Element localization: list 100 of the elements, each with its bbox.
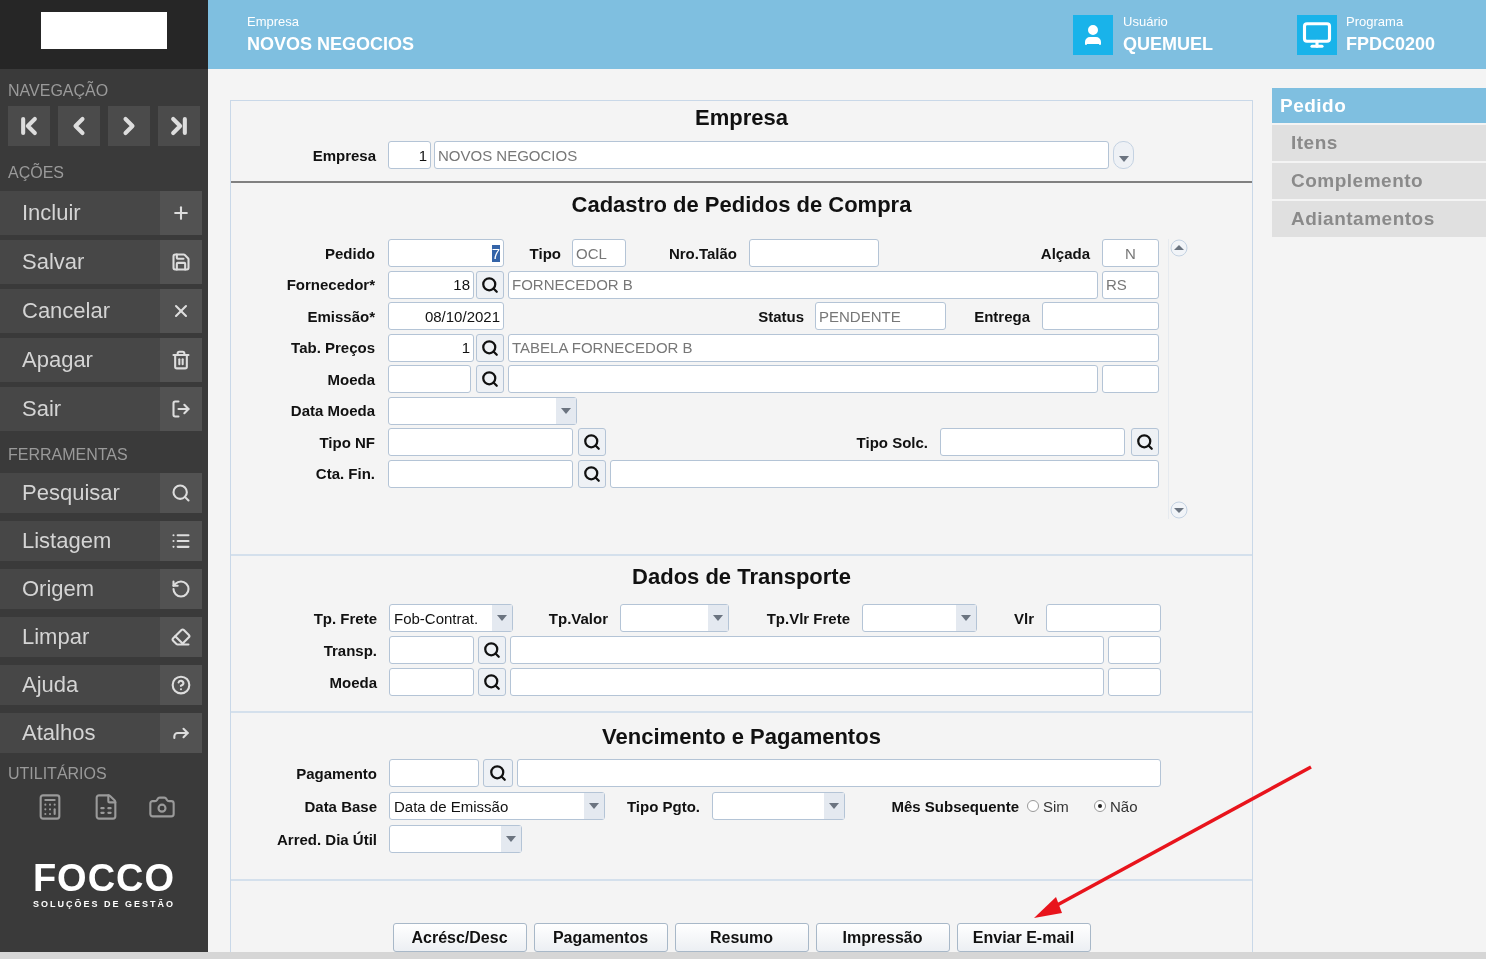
sidebar-item[interactable]: Limpar — [0, 617, 202, 657]
field-label: Data Moeda — [289, 402, 375, 419]
search-icon — [489, 764, 507, 782]
input-field[interactable] — [1108, 668, 1161, 696]
field-label: Data Base — [303, 797, 377, 815]
caret-icon — [829, 803, 839, 809]
select-field[interactable] — [388, 396, 577, 425]
select-field[interactable] — [620, 604, 729, 632]
input-field[interactable] — [389, 759, 479, 787]
sidebar-item[interactable]: Incluir — [0, 191, 202, 235]
first-record-button[interactable] — [8, 106, 50, 146]
input-field[interactable] — [388, 459, 573, 488]
input-field[interactable]: NOVOS NEGOCIOS — [434, 141, 1109, 169]
scroll-down-icon[interactable] — [1170, 501, 1188, 519]
field-label: Tipo Solc. — [855, 433, 928, 451]
next-record-button[interactable] — [108, 106, 150, 146]
search-button[interactable] — [478, 668, 506, 696]
sidebar-item[interactable]: Origem — [0, 569, 202, 609]
help-icon — [171, 675, 191, 695]
field-label: Fornecedor* — [285, 276, 375, 293]
scroll-up-icon[interactable] — [1170, 239, 1188, 257]
search-button[interactable] — [476, 270, 504, 299]
plus-icon — [171, 203, 191, 223]
select-field[interactable] — [389, 825, 522, 853]
input-field[interactable] — [1108, 636, 1161, 664]
sidebar-item[interactable]: Atalhos — [0, 713, 202, 753]
input-field[interactable]: FORNECEDOR B — [508, 270, 1098, 299]
input-field[interactable] — [389, 636, 474, 664]
sidebar-item[interactable]: Cancelar — [0, 289, 202, 333]
radio-option[interactable]: Não — [1094, 797, 1146, 815]
select-field[interactable]: Fob-Contrat. — [389, 604, 513, 632]
input-field[interactable] — [388, 365, 471, 393]
search-button[interactable] — [476, 365, 504, 393]
search-button[interactable] — [483, 759, 513, 787]
header-label: Empresa — [247, 12, 301, 31]
input-field[interactable]: RS — [1102, 270, 1159, 299]
field-label: Moeda — [326, 370, 375, 388]
input-field[interactable]: TABELA FORNECEDOR B — [508, 333, 1159, 362]
input-field[interactable] — [508, 365, 1098, 393]
input-field[interactable]: 18 — [388, 270, 474, 299]
field-label: Emissão* — [306, 307, 375, 325]
scrollbar[interactable] — [1168, 239, 1189, 519]
search-button[interactable] — [1131, 428, 1159, 456]
input-field[interactable]: PENDENTE — [815, 302, 946, 330]
action-button[interactable]: Impressão — [815, 923, 950, 952]
action-button[interactable]: Enviar E-mail — [956, 923, 1091, 952]
field-label: Moeda — [328, 673, 377, 691]
header-label: Programa — [1346, 12, 1405, 31]
section-title: Vencimento e Pagamentos — [601, 725, 882, 749]
caret-icon — [1118, 156, 1129, 162]
trash-icon — [171, 350, 191, 370]
input-field[interactable]: 7 — [388, 239, 504, 267]
sidebar-item[interactable]: Apagar — [0, 338, 202, 382]
field-label: Tipo NF — [318, 433, 375, 451]
sidebar-item[interactable]: Listagem — [0, 521, 202, 561]
input-field[interactable] — [510, 668, 1104, 696]
input-field[interactable] — [388, 428, 573, 456]
input-field[interactable] — [749, 239, 879, 267]
action-button[interactable]: Resumo — [674, 923, 809, 952]
last-record-button[interactable] — [158, 106, 200, 146]
input-field[interactable] — [610, 459, 1159, 488]
input-field[interactable] — [1042, 302, 1159, 330]
search-button[interactable] — [578, 428, 606, 456]
input-field[interactable] — [1046, 604, 1161, 632]
sidebar-item[interactable]: Pesquisar — [0, 473, 202, 513]
sidebar-item[interactable]: Salvar — [0, 240, 202, 284]
sidebar-item[interactable]: Sair — [0, 387, 202, 431]
action-button[interactable]: Pagamentos — [533, 923, 668, 952]
input-field[interactable] — [1102, 365, 1159, 393]
radio-circle[interactable] — [1094, 800, 1106, 812]
input-field[interactable]: 1 — [388, 333, 474, 362]
action-button[interactable]: Acrésc/Desc — [392, 923, 527, 952]
search-icon — [1136, 433, 1154, 451]
input-field[interactable]: OCL — [572, 239, 626, 267]
field-label: Entrega — [973, 307, 1030, 325]
select-field[interactable] — [712, 792, 845, 820]
logo-text: FOCCO — [32, 859, 176, 897]
previous-record-button[interactable] — [58, 106, 100, 146]
field-label: Tp. Frete — [312, 609, 377, 627]
search-button[interactable] — [478, 636, 506, 664]
list-icon — [171, 531, 191, 551]
input-field[interactable]: 08/10/2021 — [388, 302, 504, 330]
select-field[interactable] — [862, 604, 977, 632]
section-title: Cadastro de Pedidos de Compra — [570, 193, 913, 217]
input-field[interactable] — [517, 759, 1161, 787]
company-name: NOVOS NEGOCIOS — [247, 32, 415, 56]
radio-circle[interactable] — [1027, 800, 1039, 812]
search-button[interactable] — [476, 333, 504, 362]
section-heading: FERRAMENTAS — [7, 446, 129, 464]
input-field[interactable] — [940, 428, 1125, 456]
radio-option[interactable]: Sim — [1027, 797, 1076, 815]
dropdown-button[interactable] — [1113, 141, 1134, 169]
input-field[interactable] — [389, 668, 474, 696]
input-field[interactable]: 1 — [388, 141, 431, 169]
search-button[interactable] — [578, 459, 606, 488]
input-field[interactable]: N — [1102, 239, 1159, 267]
select-field[interactable]: Data de Emissão — [389, 792, 605, 820]
sidebar-item[interactable]: Ajuda — [0, 665, 202, 705]
search-icon — [171, 483, 191, 503]
input-field[interactable] — [510, 636, 1104, 664]
